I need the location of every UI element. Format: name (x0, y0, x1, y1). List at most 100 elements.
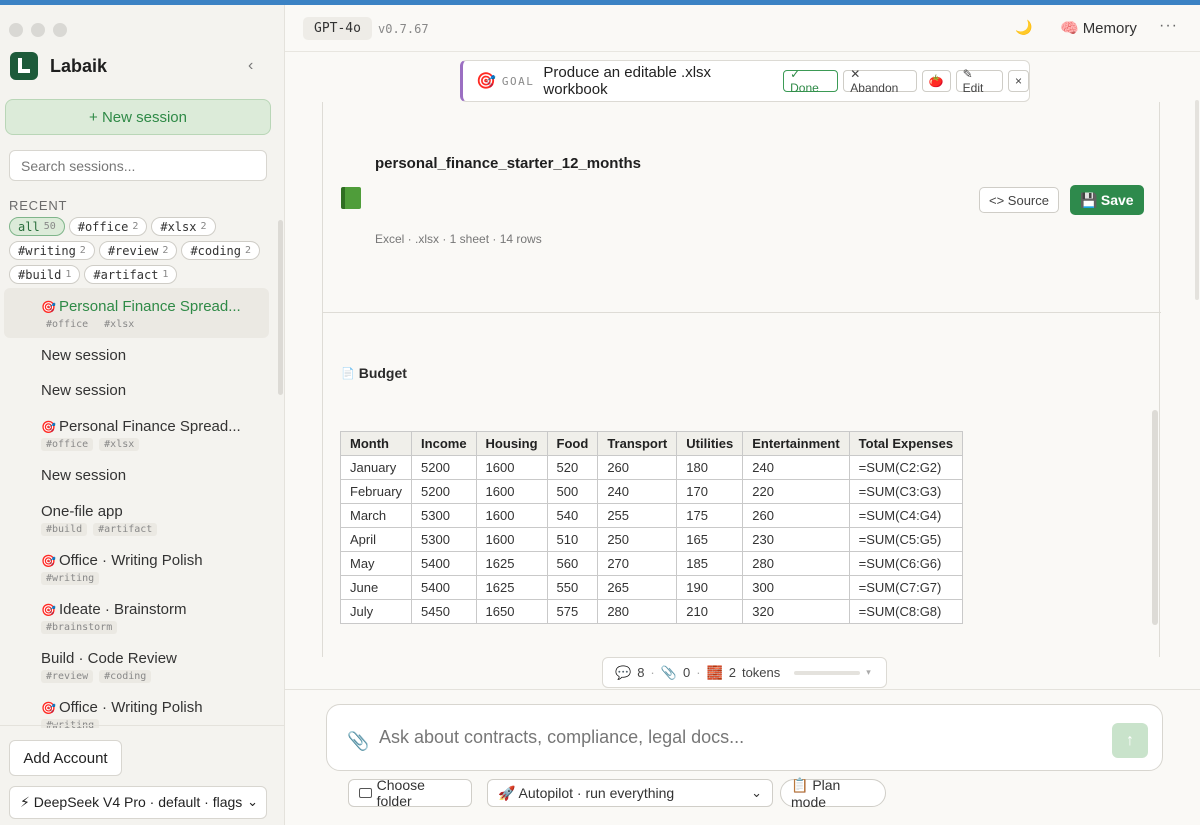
collapse-sidebar-icon[interactable]: ‹ (248, 57, 253, 75)
table-cell[interactable]: 175 (676, 503, 744, 528)
table-cell[interactable]: 260 (597, 455, 678, 480)
session-item[interactable]: One-file app #build #artifact (0, 493, 285, 542)
column-header[interactable]: Utilities (676, 431, 744, 456)
close-window-button[interactable] (9, 23, 23, 37)
table-cell[interactable]: 320 (742, 599, 850, 624)
tag-filter-chip[interactable]: #xlsx 2 (151, 217, 216, 236)
table-cell[interactable]: =SUM(C8:G8) (848, 599, 964, 624)
table-cell[interactable]: 540 (546, 503, 599, 528)
table-cell[interactable]: 575 (546, 599, 599, 624)
table-cell[interactable]: 5400 (411, 575, 477, 600)
table-cell[interactable]: 250 (597, 527, 678, 552)
table-cell[interactable]: =SUM(C2:G2) (848, 455, 964, 480)
table-cell[interactable]: =SUM(C3:G3) (848, 479, 964, 504)
table-cell[interactable]: 230 (742, 527, 850, 552)
column-header[interactable]: Housing (475, 431, 548, 456)
session-item[interactable]: 🎯 Personal Finance Spread... #office #xlsx (4, 288, 269, 338)
table-cell[interactable]: 550 (546, 575, 599, 600)
search-sessions-input[interactable] (9, 150, 267, 181)
table-cell[interactable]: 500 (546, 479, 599, 504)
table-cell[interactable]: =SUM(C6:G6) (848, 551, 964, 576)
column-header[interactable]: Total Expenses (848, 431, 964, 456)
table-cell[interactable]: 280 (597, 599, 678, 624)
table-cell[interactable]: 165 (676, 527, 744, 552)
maximize-window-button[interactable] (53, 23, 67, 37)
new-session-button[interactable]: + New session (5, 99, 271, 135)
table-cell[interactable]: January (339, 455, 413, 480)
content-scrollbar[interactable] (1152, 410, 1158, 625)
table-cell[interactable]: =SUM(C4:G4) (848, 503, 964, 528)
table-cell[interactable]: 520 (546, 455, 599, 480)
status-menu-icon[interactable]: ▾ (866, 667, 871, 678)
table-cell[interactable]: 185 (676, 551, 744, 576)
moon-icon[interactable]: 🌙 (1015, 19, 1032, 36)
table-cell[interactable]: 1600 (475, 479, 548, 504)
model-pill[interactable]: GPT-4o (303, 17, 372, 40)
table-cell[interactable]: 255 (597, 503, 678, 528)
table-cell[interactable]: 5200 (411, 479, 477, 504)
table-cell[interactable]: 5200 (411, 455, 477, 480)
tag-filter-chip[interactable]: all 50 (9, 217, 65, 236)
table-cell[interactable]: July (339, 599, 413, 624)
model-select[interactable]: ⚡ DeepSeek V4 Pro · default · flags ⌄ (9, 786, 267, 819)
table-cell[interactable]: April (339, 527, 413, 552)
table-cell[interactable]: 5400 (411, 551, 477, 576)
session-item[interactable]: 🎯 Office · Writing Polish #writing (0, 542, 285, 591)
session-item[interactable]: New session (0, 338, 285, 373)
plan-mode-button[interactable]: 📋 Plan mode (780, 777, 886, 810)
table-cell[interactable]: 180 (676, 455, 744, 480)
table-cell[interactable]: 5300 (411, 503, 477, 528)
table-cell[interactable]: June (339, 575, 413, 600)
table-cell[interactable]: 260 (742, 503, 850, 528)
session-item[interactable]: 🎯 Ideate · Brainstorm #brainstorm (0, 591, 285, 640)
table-cell[interactable]: 5450 (411, 599, 477, 624)
goal-done-button[interactable]: ✓ Done (783, 67, 839, 95)
message-input[interactable] (379, 723, 1079, 751)
save-button[interactable]: 💾 Save (1070, 185, 1144, 215)
tag-filter-chip[interactable]: #review 2 (98, 241, 178, 260)
goal-abandon-button[interactable]: ✕ Abandon (843, 67, 917, 95)
tag-filter-chip[interactable]: #coding 2 (181, 241, 261, 260)
column-header[interactable]: Month (339, 431, 413, 456)
column-header[interactable]: Entertainment (742, 431, 850, 456)
session-item[interactable]: 🎯 Office · Writing Polish #writing (0, 689, 285, 728)
session-item[interactable]: New session (0, 458, 285, 493)
table-cell[interactable]: 5300 (411, 527, 477, 552)
memory-button[interactable]: 🧠 Memory (1060, 19, 1137, 38)
table-cell[interactable]: 265 (597, 575, 678, 600)
table-cell[interactable]: May (339, 551, 413, 576)
column-header[interactable]: Income (411, 431, 477, 456)
more-options-icon[interactable]: ··· (1159, 17, 1178, 35)
send-button[interactable]: ↑ (1112, 723, 1148, 758)
page-scrollbar[interactable] (1195, 100, 1199, 300)
table-cell[interactable]: 170 (676, 479, 744, 504)
session-item[interactable]: Build · Code Review #review #coding (0, 640, 285, 689)
source-button[interactable]: <> Source (979, 187, 1059, 213)
column-header[interactable]: Food (546, 431, 599, 456)
table-cell[interactable]: 560 (546, 551, 599, 576)
table-cell[interactable]: 190 (676, 575, 744, 600)
table-cell[interactable]: 210 (676, 599, 744, 624)
table-cell[interactable]: 510 (546, 527, 599, 552)
table-cell[interactable]: 220 (742, 479, 850, 504)
column-header[interactable]: Transport (597, 431, 678, 456)
add-account-button[interactable]: Add Account (9, 740, 122, 776)
tag-filter-chip[interactable]: #writing 2 (9, 241, 95, 260)
tag-filter-chip[interactable]: #build 1 (9, 265, 81, 284)
goal-edit-button[interactable]: ✎ Edit (955, 67, 1003, 95)
tag-filter-chip[interactable]: #artifact 1 (84, 265, 178, 284)
autopilot-select[interactable]: 🚀 Autopilot · run everything ⌄ (487, 779, 773, 807)
goal-close-button[interactable]: × (1007, 70, 1029, 92)
tomato-icon[interactable]: 🍅 (921, 70, 951, 92)
table-cell[interactable]: February (339, 479, 413, 504)
table-cell[interactable]: 1625 (475, 551, 548, 576)
table-cell[interactable]: 240 (742, 455, 850, 480)
table-cell[interactable]: =SUM(C5:G5) (848, 527, 964, 552)
session-item[interactable]: New session (0, 373, 285, 408)
table-cell[interactable]: 1600 (475, 503, 548, 528)
table-cell[interactable]: 1650 (475, 599, 548, 624)
table-cell[interactable]: 280 (742, 551, 850, 576)
tag-filter-chip[interactable]: #office 2 (68, 217, 148, 236)
table-cell[interactable]: 240 (597, 479, 678, 504)
table-cell[interactable]: 1600 (475, 455, 548, 480)
